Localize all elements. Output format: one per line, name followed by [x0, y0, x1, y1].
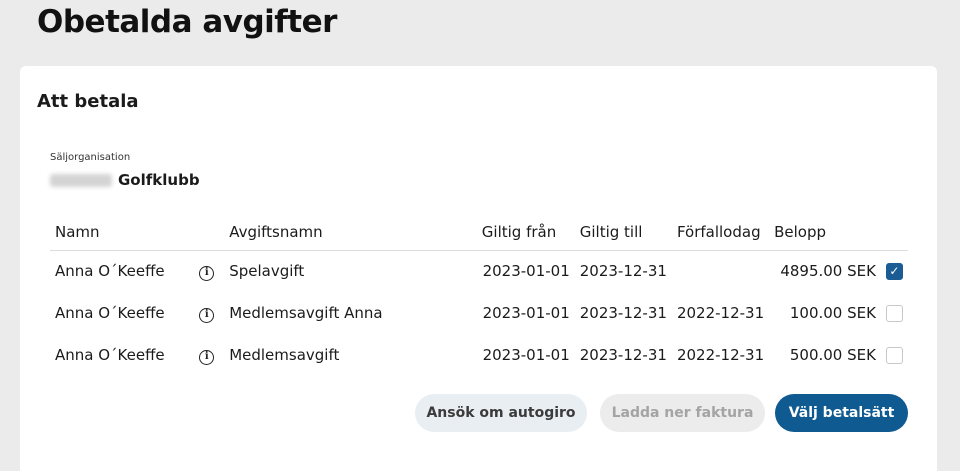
seller-label: Säljorganisation: [50, 152, 131, 163]
row-fee-name: Medlemsavgift: [229, 346, 340, 364]
row-select-cell: [881, 292, 908, 334]
header-amount: Belopp: [769, 214, 881, 251]
payment-card: Att betala Säljorganisation Golfklubb Na…: [20, 66, 937, 471]
row-valid-from: 2023-01-01: [482, 346, 570, 364]
row-valid-to: 2023-12-31: [579, 262, 667, 281]
apply-autogiro-button[interactable]: Ansök om autogiro: [415, 394, 587, 432]
row-checkbox[interactable]: [885, 347, 903, 364]
row-amount: 500.00 SEK: [789, 346, 876, 364]
row-info-cell: i: [194, 334, 224, 376]
row-due-date: [672, 250, 769, 292]
row-info-cell: i: [194, 250, 224, 292]
page-title: Obetalda avgifter: [37, 4, 337, 40]
row-due-date: 2022-12-31: [676, 304, 765, 322]
seller-value: Golfklubb: [50, 171, 200, 189]
table-row: Anna O´Keeffe i Medlemsavgift Anna 2023-…: [50, 292, 908, 334]
header-valid-to: Giltig till: [574, 214, 672, 251]
header-due-date: Förfallodag: [671, 214, 770, 251]
download-invoice-button[interactable]: Ladda ner faktura: [600, 394, 765, 432]
header-name: Namn: [50, 214, 195, 251]
row-valid-from: 2023-01-01: [482, 304, 570, 322]
row-info-cell: i: [194, 292, 224, 334]
choose-payment-button[interactable]: Välj betalsätt: [775, 394, 908, 432]
row-valid-to: 2023-12-31: [579, 304, 667, 322]
row-valid-to: 2023-12-31: [579, 346, 667, 364]
header-valid-from: Giltig från: [476, 214, 575, 251]
table-row: Anna O´Keeffe i Spelavgift 2023-01-01 20…: [50, 250, 908, 292]
redacted-text: [50, 173, 112, 187]
row-checkbox[interactable]: [885, 305, 903, 322]
row-name: Anna O´Keeffe: [55, 346, 165, 364]
info-icon[interactable]: i: [199, 307, 215, 323]
info-icon[interactable]: i: [199, 349, 215, 365]
header-info: [194, 214, 225, 251]
row-valid-from: 2023-01-01: [482, 262, 570, 281]
table-header-row: Namn Avgiftsnamn Giltig från Giltig till…: [50, 214, 908, 251]
seller-name: Golfklubb: [118, 171, 200, 189]
fees-table: Namn Avgiftsnamn Giltig från Giltig till…: [50, 214, 908, 376]
row-name: Anna O´Keeffe: [55, 304, 165, 322]
header-fee-name: Avgiftsnamn: [224, 214, 477, 251]
row-fee-name: Spelavgift: [229, 262, 305, 281]
info-icon[interactable]: i: [199, 265, 215, 281]
row-checkbox[interactable]: ✓: [885, 263, 903, 281]
row-amount: 4895.00 SEK: [780, 262, 876, 281]
row-fee-name: Medlemsavgift Anna: [229, 304, 383, 322]
row-select-cell: [881, 334, 908, 376]
header-select: [880, 214, 908, 251]
row-name: Anna O´Keeffe: [55, 262, 165, 281]
row-amount: 100.00 SEK: [789, 304, 876, 322]
table-row: Anna O´Keeffe i Medlemsavgift 2023-01-01…: [50, 334, 908, 376]
card-title: Att betala: [37, 91, 139, 112]
row-due-date: 2022-12-31: [676, 346, 765, 364]
row-select-cell: ✓: [881, 250, 908, 292]
